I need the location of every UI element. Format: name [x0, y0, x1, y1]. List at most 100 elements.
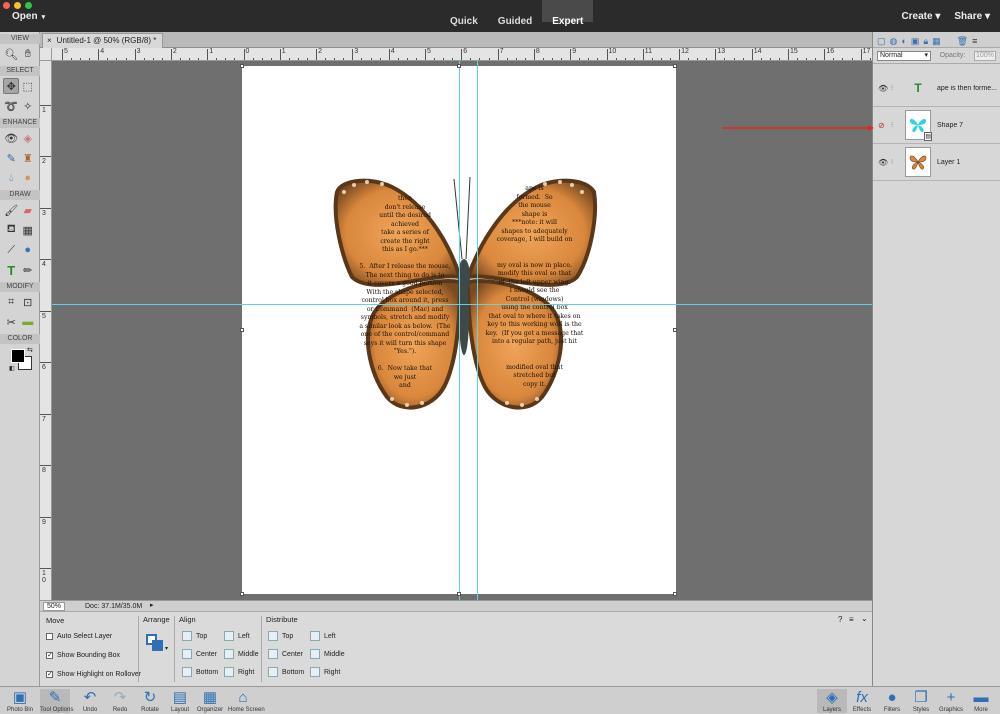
pencil-tool-icon[interactable]: ✏︎	[20, 262, 36, 278]
distribute-center-button[interactable]: Center	[268, 649, 303, 659]
arrange-button[interactable]: ▾	[146, 634, 168, 652]
help-icon[interactable]: ?	[838, 615, 842, 624]
styles-button[interactable]: ❐ Styles	[906, 689, 936, 713]
align-right-button[interactable]: Right	[224, 667, 254, 677]
swap-colors-icon[interactable]: ⇆	[27, 346, 33, 354]
status-menu-arrow-icon[interactable]: ▸	[150, 601, 154, 611]
bounding-box-handle[interactable]	[673, 592, 677, 596]
sponge-tool-icon[interactable]: ●	[20, 170, 36, 186]
undo-button[interactable]: ↶ Undo	[75, 689, 105, 713]
eyedropper-tool-icon[interactable]: ⟋	[3, 242, 19, 258]
canvas-workspace[interactable]: then don't release until the desired ach…	[52, 61, 872, 600]
distribute-top-button[interactable]: Top	[268, 631, 293, 641]
bounding-box-handle[interactable]	[240, 328, 244, 332]
horizontal-guide[interactable]	[52, 304, 872, 305]
custom-shape-tool-icon[interactable]: ●	[20, 242, 36, 258]
vertical-guide[interactable]	[459, 61, 460, 600]
layers-button[interactable]: ◈ Layers	[817, 689, 847, 713]
layer-row-text[interactable]: 👁︎ ⁝ T ape is then forme...	[873, 70, 1000, 107]
move-tool-icon[interactable]: ✥	[3, 78, 20, 94]
panel-menu-icon[interactable]: ≡	[972, 36, 977, 46]
lasso-tool-icon[interactable]: ➰	[3, 98, 19, 114]
collapse-chevron-icon[interactable]: ⌄	[861, 614, 868, 623]
eye-icon[interactable]: 👁︎	[878, 158, 888, 167]
type-tool-icon[interactable]: T	[3, 262, 19, 278]
link-icon[interactable]: ⁝	[891, 121, 901, 129]
align-center-button[interactable]: Center	[182, 649, 217, 659]
open-menu-button[interactable]: Open ▾	[12, 11, 45, 22]
distribute-middle-button[interactable]: Middle	[310, 649, 345, 659]
organizer-button[interactable]: ▦ Organizer	[195, 689, 225, 713]
eye-hidden-icon[interactable]: ⊘	[878, 121, 888, 130]
bounding-box-handle[interactable]	[457, 592, 461, 596]
smart-brush-tool-icon[interactable]: ✎	[3, 150, 19, 166]
graphics-button[interactable]: + Graphics	[936, 689, 966, 713]
recompose-tool-icon[interactable]: ⊡	[20, 294, 36, 310]
layer-row-image[interactable]: 👁︎ ⁝ Layer 1	[873, 144, 1000, 181]
marquee-tool-icon[interactable]: ⬚	[20, 78, 36, 94]
distribute-left-button[interactable]: Left	[310, 631, 336, 641]
new-group-icon[interactable]: ◍	[890, 36, 898, 46]
magic-wand-tool-icon[interactable]: ✧	[20, 98, 36, 114]
adjustment-layer-icon[interactable]: ◐	[901, 36, 906, 46]
blur-tool-icon[interactable]: 💧︎	[3, 170, 19, 186]
align-bottom-button[interactable]: Bottom	[182, 667, 218, 677]
eye-icon[interactable]: 👁︎	[878, 84, 888, 93]
link-icon[interactable]: ⁝	[891, 158, 901, 166]
content-aware-move-tool-icon[interactable]: ✂︎	[3, 314, 19, 330]
close-window-button[interactable]	[3, 2, 10, 9]
distribute-bottom-button[interactable]: Bottom	[268, 667, 304, 677]
bounding-box-handle[interactable]	[457, 64, 461, 68]
layer-row-shape[interactable]: ⊘ ⁝ ▤ Shape 7	[873, 107, 1000, 144]
layer-mask-icon[interactable]: ▣	[911, 36, 920, 46]
paint-bucket-tool-icon[interactable]: ⛾	[3, 222, 19, 238]
show-bounding-box-checkbox[interactable]: ✓ Show Bounding Box	[46, 652, 120, 659]
opacity-field[interactable]: 100%	[974, 50, 996, 61]
align-top-button[interactable]: Top	[182, 631, 207, 641]
tool-options-button[interactable]: ✎ Tool Options	[40, 689, 73, 713]
filters-button[interactable]: ● Filters	[877, 689, 907, 713]
blend-mode-select[interactable]: Normal ▾	[877, 50, 931, 61]
minimize-window-button[interactable]	[14, 2, 21, 9]
close-tab-icon[interactable]: ×	[47, 36, 52, 45]
lock-all-icon[interactable]: 🔒︎	[923, 36, 928, 46]
layout-button[interactable]: ▤ Layout	[165, 689, 195, 713]
vertical-guide[interactable]	[477, 61, 478, 600]
lock-transparency-icon[interactable]: ▦	[932, 36, 941, 46]
spot-healing-tool-icon[interactable]: ◈	[20, 130, 36, 146]
zoom-window-button[interactable]	[25, 2, 32, 9]
auto-select-layer-checkbox[interactable]: Auto Select Layer	[46, 633, 112, 640]
share-menu-button[interactable]: Share ▾	[954, 11, 990, 22]
crop-tool-icon[interactable]: ⌗	[3, 294, 19, 310]
brush-tool-icon[interactable]: 🖌︎	[3, 202, 19, 218]
home-screen-button[interactable]: ⌂ Home Screen	[228, 689, 265, 713]
straighten-tool-icon[interactable]: ▬	[20, 314, 36, 330]
bounding-box-handle[interactable]	[673, 328, 677, 332]
bounding-box-handle[interactable]	[673, 64, 677, 68]
mode-guided[interactable]: Guided	[488, 0, 542, 27]
rotate-button[interactable]: ↻ Rotate	[135, 689, 165, 713]
create-menu-button[interactable]: Create ▾	[901, 11, 940, 22]
hand-tool-icon[interactable]: ✋︎	[20, 46, 36, 62]
mode-expert[interactable]: Expert	[542, 0, 594, 27]
delete-layer-icon[interactable]: 🗑︎	[957, 36, 968, 46]
link-icon[interactable]: ⁝	[891, 84, 901, 92]
eraser-tool-icon[interactable]: ▰	[20, 202, 36, 218]
bounding-box-handle[interactable]	[240, 64, 244, 68]
clone-stamp-tool-icon[interactable]: ♜	[20, 150, 36, 166]
align-left-button[interactable]: Left	[224, 631, 250, 641]
new-layer-icon[interactable]: ▢	[877, 36, 886, 46]
options-menu-icon[interactable]: ≡	[849, 615, 854, 624]
document-tab[interactable]: × Untitled-1 @ 50% (RGB/8) *	[42, 33, 164, 48]
gradient-tool-icon[interactable]: ▦	[20, 222, 36, 238]
distribute-right-button[interactable]: Right	[310, 667, 340, 677]
mode-quick[interactable]: Quick	[440, 0, 488, 27]
bounding-box-handle[interactable]	[240, 592, 244, 596]
redo-button[interactable]: ↷ Redo	[105, 689, 135, 713]
show-highlight-checkbox[interactable]: ✓ Show Highlight on Rollover	[46, 671, 141, 678]
default-colors-icon[interactable]: ◧	[9, 365, 15, 372]
more-button[interactable]: ▬ More	[966, 689, 996, 713]
zoom-level-field[interactable]: 50%	[43, 602, 65, 611]
align-middle-button[interactable]: Middle	[224, 649, 259, 659]
effects-button[interactable]: fx Effects	[847, 689, 877, 713]
